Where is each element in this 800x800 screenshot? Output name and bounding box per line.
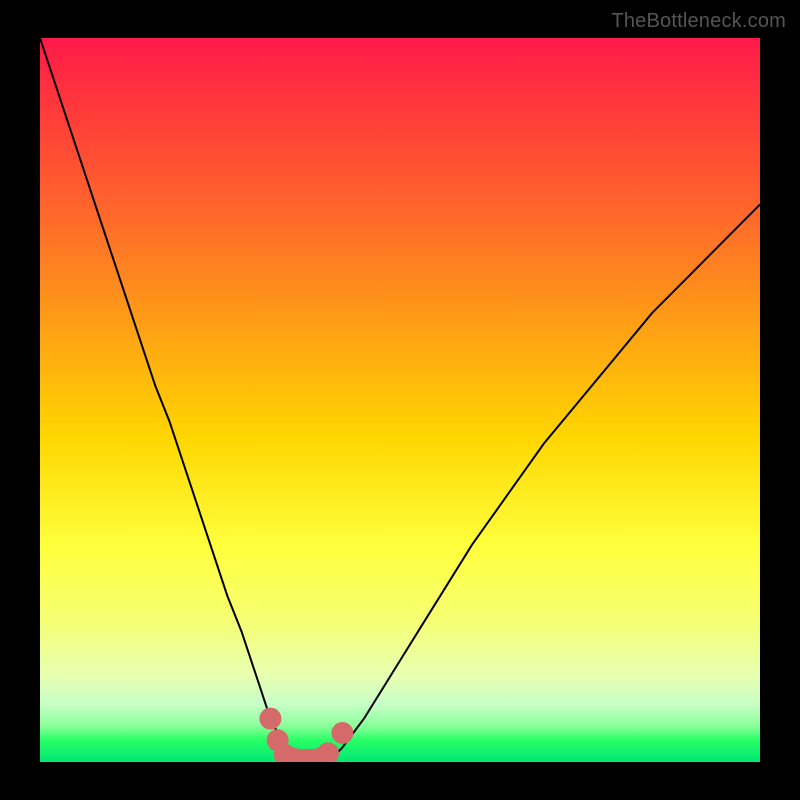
trough-marker (331, 722, 353, 744)
marker-group (259, 708, 353, 762)
plot-area (40, 38, 760, 762)
curve-path (40, 38, 760, 761)
bottleneck-curve (40, 38, 760, 762)
chart-frame: TheBottleneck.com (0, 0, 800, 800)
trough-marker (317, 742, 339, 762)
trough-marker (259, 708, 281, 730)
brand-watermark: TheBottleneck.com (611, 10, 786, 33)
